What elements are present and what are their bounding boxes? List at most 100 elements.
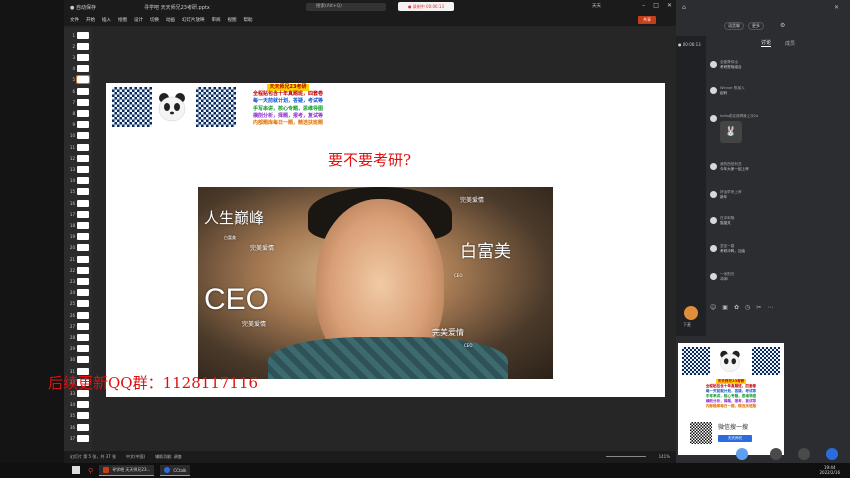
- slide-number: 19: [69, 234, 75, 240]
- windows-start-icon[interactable]: [72, 466, 80, 474]
- my-avatar[interactable]: [684, 306, 698, 320]
- avatar[interactable]: [710, 87, 717, 94]
- slide-number: 16: [69, 200, 75, 206]
- menu-slideshow[interactable]: 幻灯片放映: [182, 17, 205, 23]
- menu-home[interactable]: 开始: [86, 17, 95, 23]
- slide-thumbnail[interactable]: 15: [68, 187, 92, 197]
- slide-thumbnail[interactable]: 11: [68, 142, 92, 152]
- tab-discussion[interactable]: 讨论: [760, 39, 771, 47]
- slide-number: 7: [72, 99, 75, 105]
- mic-off-label[interactable]: 下麦: [683, 322, 691, 328]
- slide-thumbnail[interactable]: 37: [68, 433, 92, 443]
- clock-icon[interactable]: ◷: [745, 304, 750, 311]
- menu-help[interactable]: 帮助: [244, 17, 253, 23]
- avatar[interactable]: [710, 217, 717, 224]
- gift-icon[interactable]: ✿: [734, 304, 739, 311]
- more-icon[interactable]: ⋯: [767, 304, 773, 311]
- settings-icon[interactable]: ⚙: [780, 22, 785, 29]
- menu-draw[interactable]: 绘图: [118, 17, 127, 23]
- search-icon[interactable]: ⚲: [88, 467, 93, 475]
- slide-thumbnail[interactable]: 22: [68, 265, 92, 275]
- tab-members[interactable]: 成员: [785, 40, 795, 47]
- menu-animations[interactable]: 动画: [166, 17, 175, 23]
- emoji-icon[interactable]: ☺: [710, 304, 716, 311]
- meeting-panel: ⌂ ✕ 语音聊 更多 ⚙ ● 00:06:13 讨论 成员 全能哥你出 考研是啥组…: [676, 0, 850, 463]
- mic-icon[interactable]: [798, 448, 810, 460]
- share-button[interactable]: 共享: [638, 16, 656, 24]
- slide-preview: [77, 412, 89, 420]
- avatar[interactable]: [710, 115, 717, 122]
- avatar[interactable]: [710, 191, 717, 198]
- slide-thumbnail[interactable]: 6: [68, 86, 92, 96]
- slide-thumbnail[interactable]: 7: [68, 97, 92, 107]
- chat-bubble-icon[interactable]: [826, 448, 838, 460]
- slide-thumbnail[interactable]: 27: [68, 321, 92, 331]
- menu-design[interactable]: 设计: [134, 17, 143, 23]
- slide-thumbnail[interactable]: 29: [68, 344, 92, 354]
- slide-preview: [77, 132, 89, 140]
- slide-thumbnail[interactable]: 20: [68, 243, 92, 253]
- zoom-slider[interactable]: [606, 456, 646, 457]
- slide-thumbnail[interactable]: 23: [68, 276, 92, 286]
- photo-caption: 完美爱情: [250, 245, 275, 252]
- more-button[interactable]: 更多: [748, 22, 764, 30]
- slide-thumbnail[interactable]: 4: [68, 64, 92, 74]
- slide-thumbnail[interactable]: 18: [68, 220, 92, 230]
- slide-thumbnail[interactable]: 35: [68, 411, 92, 421]
- slide-thumbnail[interactable]: 30: [68, 355, 92, 365]
- slide-thumbnail[interactable]: 28: [68, 332, 92, 342]
- avatar[interactable]: [710, 273, 717, 280]
- slide-thumbnail[interactable]: 24: [68, 288, 92, 298]
- voice-button[interactable]: 语音聊: [724, 22, 744, 30]
- accessibility-status[interactable]: 辅助功能: 调查: [155, 454, 182, 460]
- meeting-header: ⌂ ✕ 语音聊 更多 ⚙: [676, 0, 850, 36]
- slide-preview: [77, 333, 89, 341]
- slide-thumbnail[interactable]: 10: [68, 131, 92, 141]
- meeting-timer: ● 00:06:13: [678, 42, 701, 47]
- wechat-search-button[interactable]: 天天师兄: [718, 435, 752, 442]
- slide-thumbnail[interactable]: 26: [68, 310, 92, 320]
- slide-thumbnail[interactable]: 14: [68, 176, 92, 186]
- avatar[interactable]: [710, 245, 717, 252]
- menu-view[interactable]: 视图: [228, 17, 237, 23]
- menu-transitions[interactable]: 切换: [150, 17, 159, 23]
- slide-thumbnail[interactable]: 16: [68, 198, 92, 208]
- close-icon[interactable]: ✕: [667, 2, 672, 9]
- qr-code-3: [682, 347, 710, 375]
- system-clock[interactable]: 19:44 2022/2/16: [819, 465, 840, 475]
- slide-thumbnail[interactable]: 21: [68, 254, 92, 264]
- slide-thumbnail[interactable]: 19: [68, 232, 92, 242]
- menu-file[interactable]: 文件: [70, 17, 79, 23]
- slide-thumbnail[interactable]: 12: [68, 153, 92, 163]
- avatar[interactable]: [710, 163, 717, 170]
- slide-thumbnail[interactable]: 17: [68, 209, 92, 219]
- user-avatar-icon[interactable]: [736, 448, 748, 460]
- slide-thumbnail[interactable]: 25: [68, 299, 92, 309]
- slide-thumbnail[interactable]: 8: [68, 108, 92, 118]
- slide-thumbnail[interactable]: 1: [68, 30, 92, 40]
- taskbar-app-cctalk[interactable]: CCtalk: [160, 465, 191, 476]
- zoom-level[interactable]: 141%: [659, 454, 670, 459]
- slide-preview: [77, 300, 89, 308]
- slide-thumbnail[interactable]: 5: [68, 75, 92, 85]
- scissors-icon[interactable]: ✂: [756, 304, 761, 311]
- slide-thumbnail[interactable]: 36: [68, 422, 92, 432]
- menu-insert[interactable]: 插入: [102, 17, 111, 23]
- slide-thumbnail[interactable]: 3: [68, 52, 92, 62]
- bell-icon[interactable]: ⌂: [682, 4, 686, 11]
- close-icon[interactable]: ✕: [834, 4, 839, 11]
- image-icon[interactable]: ▣: [722, 304, 728, 311]
- slide-thumbnail[interactable]: 34: [68, 400, 92, 410]
- maximize-icon[interactable]: □: [653, 2, 659, 9]
- minimize-icon[interactable]: –: [642, 2, 645, 9]
- slide-thumbnail[interactable]: 13: [68, 164, 92, 174]
- slide-preview: [77, 165, 89, 173]
- autosave-toggle[interactable]: ● 自动保存: [70, 4, 96, 11]
- avatar[interactable]: [710, 61, 717, 68]
- slide-thumbnail[interactable]: 2: [68, 41, 92, 51]
- menu-review[interactable]: 审阅: [212, 17, 221, 23]
- slide-thumbnail[interactable]: 9: [68, 120, 92, 130]
- taskbar-app-powerpoint[interactable]: 寻学吧 天天师兄23...: [99, 465, 155, 476]
- search-input[interactable]: 搜索(Alt+Q): [306, 3, 386, 11]
- hand-icon[interactable]: [770, 448, 782, 460]
